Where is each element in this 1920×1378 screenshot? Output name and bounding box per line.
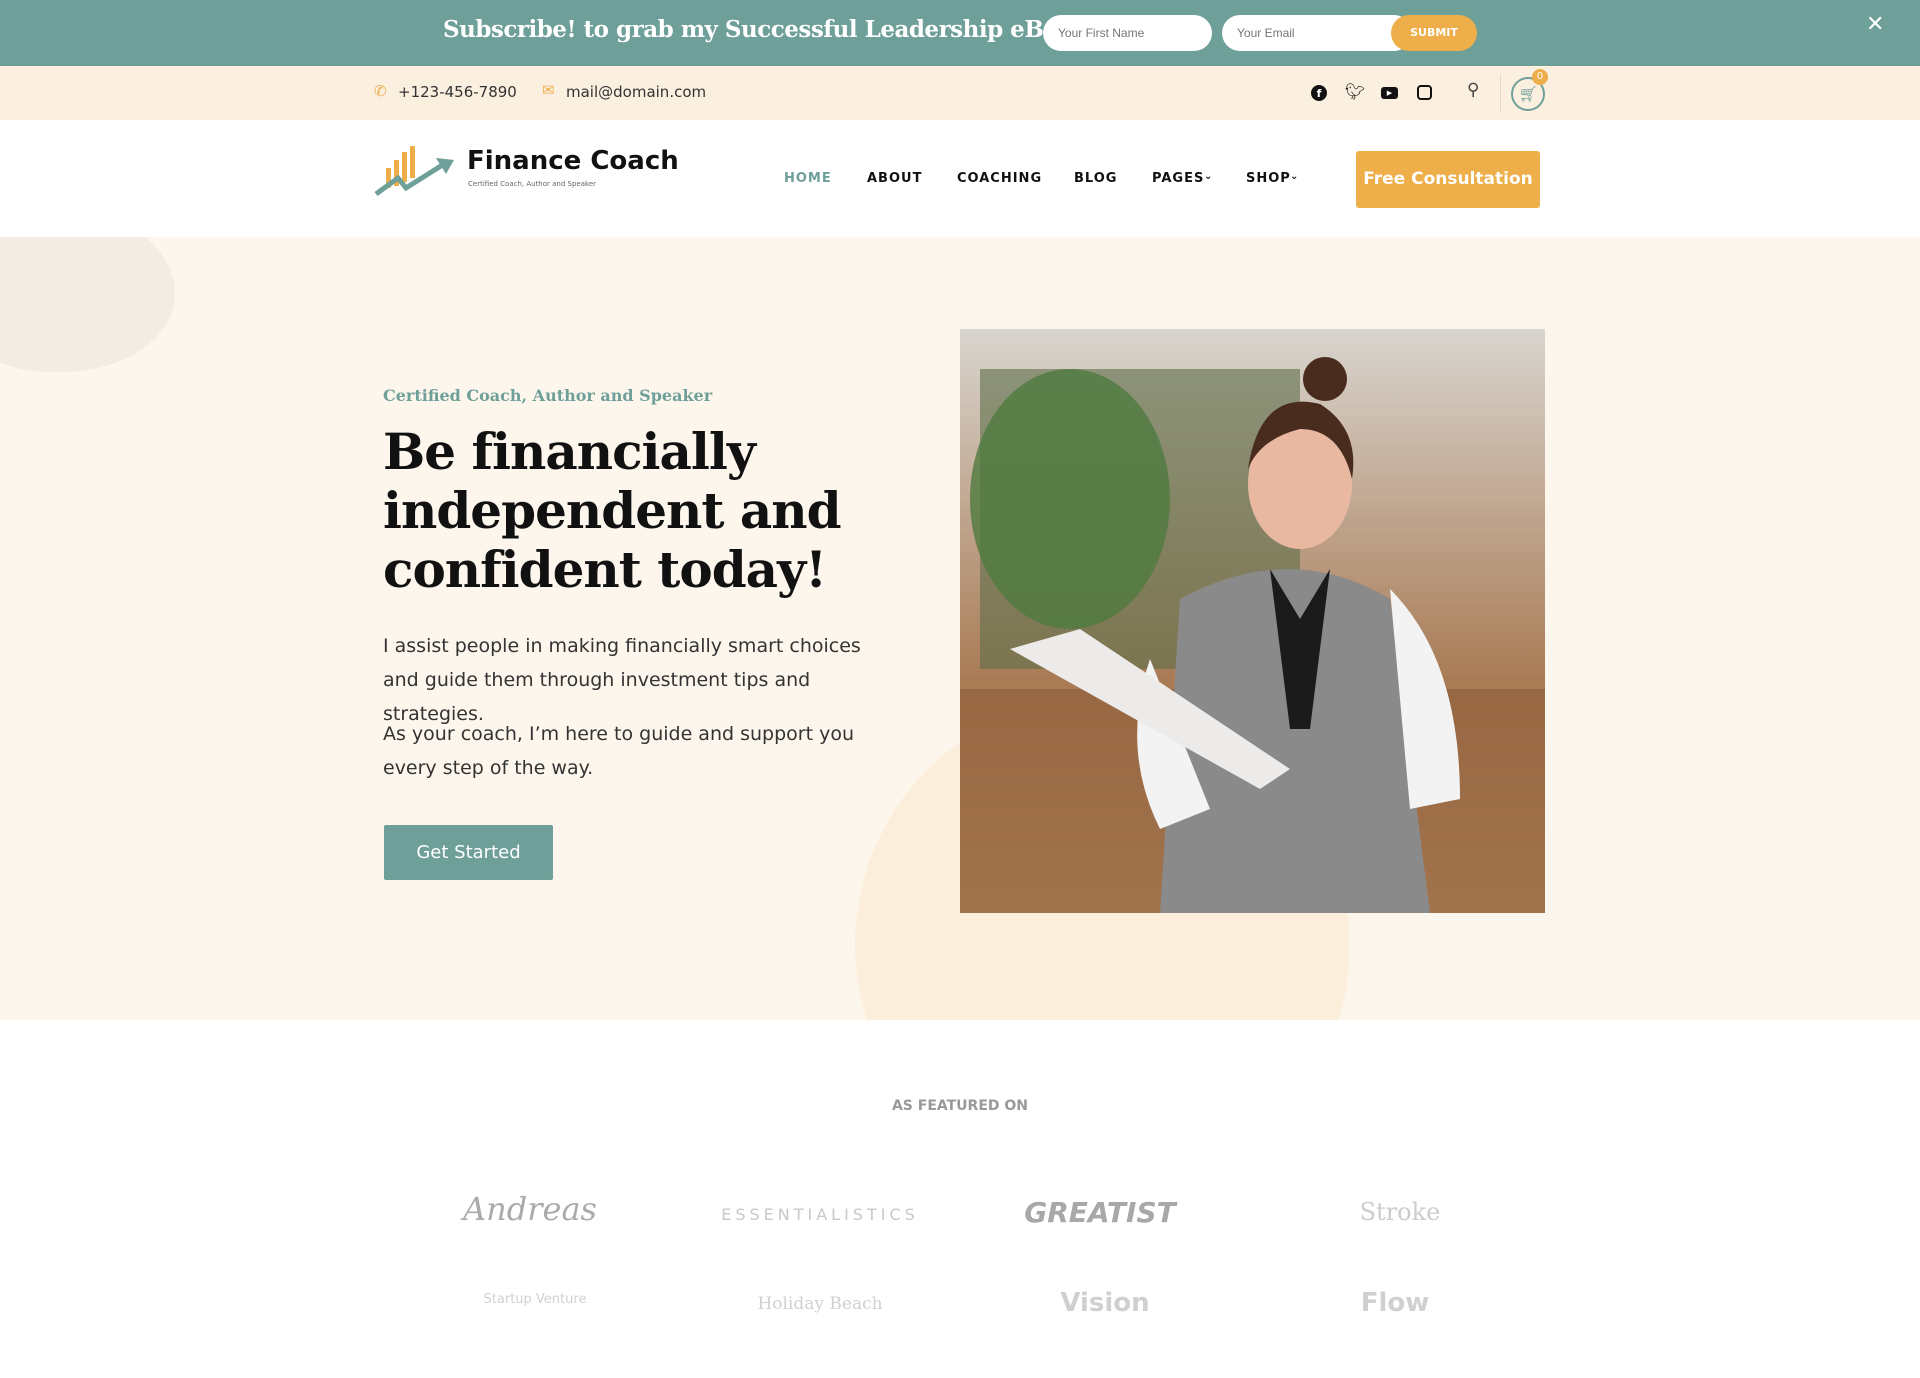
free-consultation-button[interactable]: Free Consultation bbox=[1356, 151, 1540, 208]
submit-button[interactable]: SUBMIT bbox=[1391, 15, 1477, 51]
cart-count-badge: 0 bbox=[1532, 69, 1548, 85]
brand-tagline: Certified Coach, Author and Speaker bbox=[468, 180, 596, 188]
logo-stroke: Stroke bbox=[1359, 1198, 1441, 1226]
get-started-button[interactable]: Get Started bbox=[384, 825, 553, 880]
chevron-down-icon: ⌄ bbox=[1290, 171, 1300, 182]
first-name-input[interactable] bbox=[1043, 15, 1212, 51]
hero-eyebrow: Certified Coach, Author and Speaker bbox=[383, 386, 713, 405]
promo-title: Subscribe! to grab my Successful Leaders… bbox=[443, 16, 1098, 43]
heading-line: confident today! bbox=[383, 540, 827, 599]
logo-vision: Vision bbox=[1060, 1288, 1150, 1318]
nav-about[interactable]: ABOUT bbox=[867, 171, 922, 186]
youtube-icon[interactable]: ▶ bbox=[1381, 87, 1398, 99]
logo-icon[interactable] bbox=[374, 144, 458, 196]
logo-essentialistics: ESSENTIALISTICS bbox=[721, 1205, 919, 1224]
hero-section: Certified Coach, Author and Speaker Be f… bbox=[0, 237, 1920, 1020]
nav-coaching[interactable]: COACHING bbox=[957, 171, 1042, 186]
hero-paragraph: I assist people in making financially sm… bbox=[383, 635, 861, 725]
twitter-icon[interactable]: 🐦︎ bbox=[1345, 82, 1365, 101]
close-icon[interactable]: ✕ bbox=[1866, 12, 1884, 37]
facebook-icon[interactable]: f bbox=[1311, 85, 1327, 101]
phone-number[interactable]: +123-456-7890 bbox=[398, 83, 517, 101]
search-icon[interactable]: ⚲ bbox=[1467, 80, 1479, 100]
nav-blog[interactable]: BLOG bbox=[1074, 171, 1117, 186]
hero-heading: Be financially independent and confident… bbox=[383, 422, 842, 599]
chevron-down-icon: ⌄ bbox=[1204, 171, 1214, 182]
site-header: Finance Coach Certified Coach, Author an… bbox=[0, 120, 1920, 237]
phone-icon: ✆ bbox=[374, 82, 387, 100]
logo-andreas: Andreas bbox=[463, 1190, 597, 1228]
heading-line: Be financially bbox=[383, 422, 756, 481]
mail-icon: ✉ bbox=[542, 81, 555, 99]
divider bbox=[1500, 74, 1501, 112]
heading-line: independent and bbox=[383, 481, 842, 540]
logo-holiday-beach: Holiday Beach bbox=[757, 1294, 883, 1314]
promo-bar: Subscribe! to grab my Successful Leaders… bbox=[0, 0, 1920, 66]
instagram-icon[interactable] bbox=[1417, 85, 1432, 100]
brand-name[interactable]: Finance Coach bbox=[467, 146, 679, 176]
featured-title: AS FEATURED ON bbox=[891, 1098, 1029, 1114]
nav-pages[interactable]: PAGES bbox=[1152, 171, 1204, 186]
hero-paragraph: As your coach, I’m here to guide and sup… bbox=[383, 723, 854, 779]
logo-startup-venture: Startup Venture bbox=[483, 1292, 587, 1307]
email-link[interactable]: mail@domain.com bbox=[566, 83, 706, 101]
logo-greatist: GREATIST bbox=[1024, 1196, 1176, 1229]
nav-shop[interactable]: SHOP bbox=[1246, 171, 1291, 186]
nav-home[interactable]: HOME bbox=[784, 171, 832, 186]
email-input[interactable] bbox=[1222, 15, 1412, 51]
top-info-bar: ✆ +123-456-7890 ✉ mail@domain.com f 🐦︎ ▶… bbox=[0, 66, 1920, 120]
decorative-blob bbox=[0, 237, 175, 372]
coach-photo bbox=[960, 329, 1545, 913]
logo-flow: Flow bbox=[1360, 1288, 1430, 1318]
